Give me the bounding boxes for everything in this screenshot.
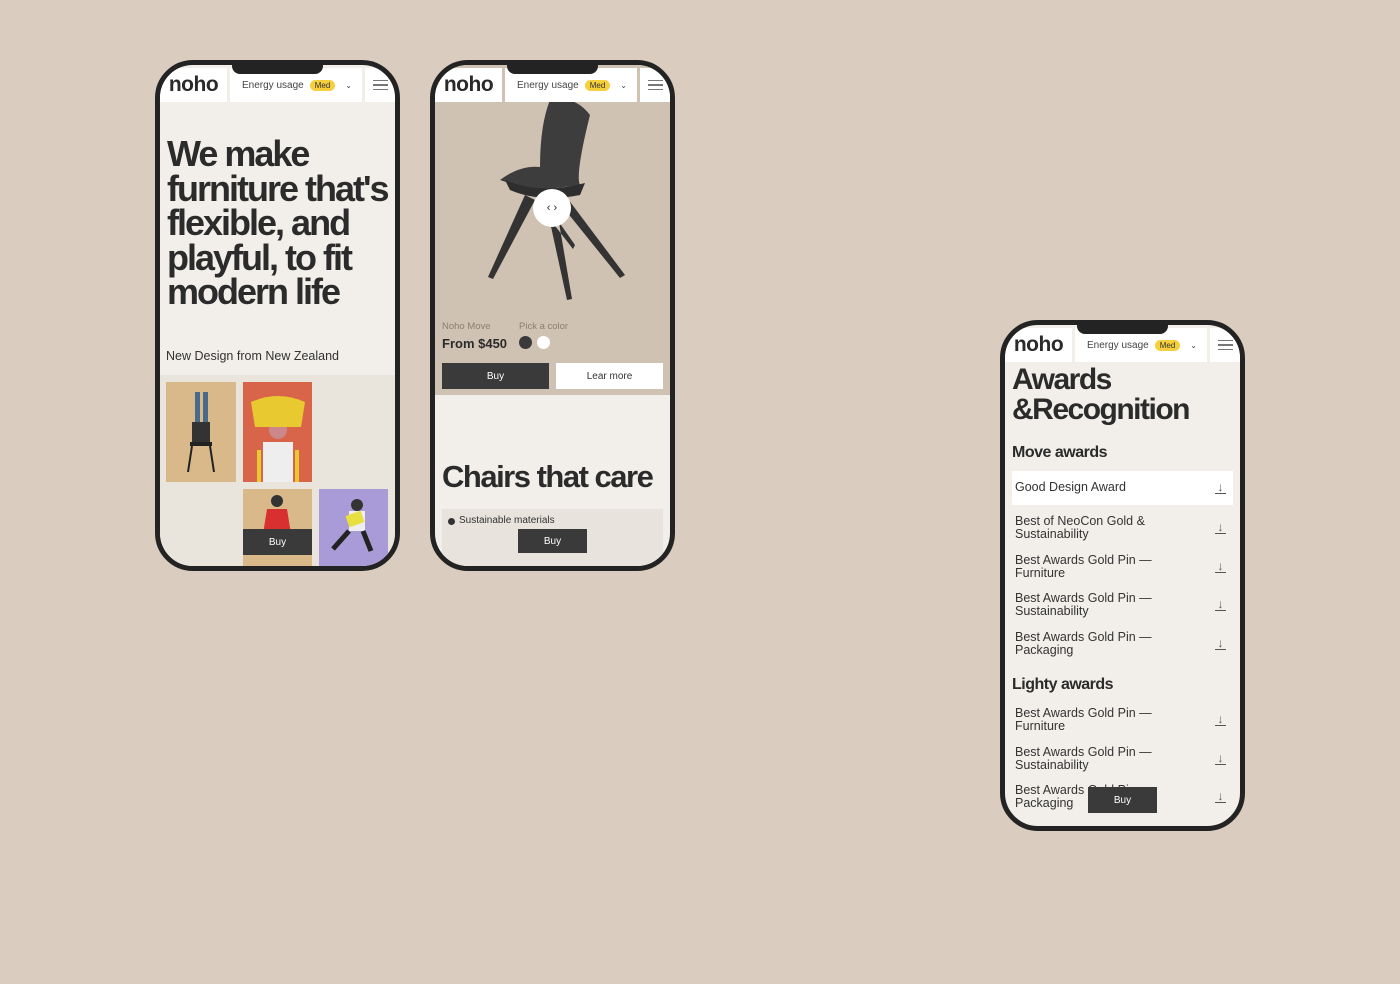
hamburger-icon bbox=[1217, 339, 1233, 342]
group-title: Lighty awards bbox=[1012, 676, 1114, 693]
notch bbox=[1077, 325, 1168, 334]
award-name: Best Awards Gold Pin — Furniture bbox=[1015, 705, 1152, 733]
product-name: Noho Move bbox=[442, 321, 491, 332]
chevron-down-icon: ⌄ bbox=[345, 80, 352, 90]
headline: We make furniture that's flexible, and p… bbox=[167, 133, 390, 312]
award-name: Best of NeoCon Gold & Sustainability bbox=[1015, 513, 1145, 541]
logo[interactable]: noho bbox=[435, 68, 502, 102]
phone-awards: noho Energy usage Med ⌄ Awards &Recognitio… bbox=[1000, 320, 1245, 831]
product-price: From $450 bbox=[442, 336, 508, 351]
buy-button-2[interactable]: Buy bbox=[518, 529, 587, 553]
award-item[interactable]: Best Awards Gold Pin — Sustainability ↓ bbox=[1012, 742, 1233, 776]
buy-button[interactable]: Buy bbox=[442, 363, 549, 389]
color-swatch-white[interactable] bbox=[537, 336, 550, 349]
tagline: New Design from New Zealand bbox=[166, 349, 339, 363]
energy-label: Energy usage bbox=[517, 79, 579, 91]
award-item[interactable]: Best of NeoCon Gold & Sustainability ↓ bbox=[1012, 511, 1233, 545]
compare-slider-handle[interactable]: ‹ › bbox=[533, 189, 571, 227]
bullet-icon bbox=[448, 518, 455, 525]
photo-person-chair bbox=[166, 382, 236, 482]
section-title: Chairs that care bbox=[442, 459, 654, 494]
download-icon: ↓ bbox=[1215, 598, 1226, 611]
download-icon: ↓ bbox=[1215, 713, 1226, 726]
award-item[interactable]: Best Awards Gold Pin — Furniture ↓ bbox=[1012, 550, 1233, 584]
award-item[interactable]: Best Awards Gold Pin — Furniture ↓ bbox=[1012, 703, 1233, 737]
chevron-down-icon: ⌄ bbox=[620, 80, 627, 90]
title-line-1: Awards bbox=[1012, 363, 1112, 396]
phone-home: noho Energy usage Med ⌄ We make furniture … bbox=[155, 60, 400, 571]
photo-yellow-chair bbox=[243, 382, 312, 482]
award-name: Best Awards Gold Pin — Sustainability bbox=[1015, 744, 1152, 772]
logo[interactable]: noho bbox=[1005, 328, 1072, 362]
feature-card: Sustainable materials Buy bbox=[442, 509, 663, 566]
download-icon: ↓ bbox=[1215, 560, 1226, 573]
download-icon: ↓ bbox=[1215, 521, 1226, 534]
award-item[interactable]: Good Design Award ↓ bbox=[1012, 471, 1233, 505]
hamburger-icon bbox=[372, 79, 388, 82]
energy-badge: Med bbox=[309, 79, 336, 91]
download-icon: ↓ bbox=[1215, 752, 1226, 765]
notch bbox=[507, 65, 598, 74]
buy-button[interactable]: Buy bbox=[243, 529, 312, 555]
group-title: Move awards bbox=[1012, 444, 1107, 461]
title-line-2: &Recognition bbox=[1012, 393, 1191, 426]
menu-button[interactable] bbox=[1210, 328, 1240, 362]
color-swatch-dark[interactable] bbox=[519, 336, 532, 349]
photo-purple-person bbox=[319, 489, 388, 566]
download-icon: ↓ bbox=[1215, 637, 1226, 650]
menu-button[interactable] bbox=[640, 68, 670, 102]
notch bbox=[232, 65, 323, 74]
energy-badge: Med bbox=[1154, 339, 1181, 351]
download-icon: ↓ bbox=[1215, 481, 1226, 494]
learn-more-button[interactable]: Lear more bbox=[556, 363, 663, 389]
award-name: Best Awards Gold Pin — Sustainability bbox=[1015, 590, 1152, 618]
buy-button[interactable]: Buy bbox=[1088, 787, 1157, 813]
arrows-left-right-icon: ‹ › bbox=[546, 202, 558, 214]
download-icon: ↓ bbox=[1215, 790, 1226, 803]
award-name: Best Awards Gold Pin — Packaging bbox=[1015, 629, 1152, 657]
award-item[interactable]: Best Awards Gold Pin — Packaging ↓ bbox=[1012, 627, 1233, 661]
hamburger-icon bbox=[647, 79, 663, 82]
page-title: Awards &Recognition bbox=[1012, 363, 1191, 426]
phone-product: ‹ › Noho Move From $450 Pick a color Buy… bbox=[430, 60, 675, 571]
gallery: Buy bbox=[160, 375, 395, 566]
product-hero: ‹ › Noho Move From $450 Pick a color Buy… bbox=[435, 65, 670, 395]
color-label: Pick a color bbox=[519, 321, 569, 332]
award-name: Good Design Award bbox=[1015, 480, 1126, 495]
menu-button[interactable] bbox=[365, 68, 395, 102]
feature-text: Sustainable materials bbox=[459, 515, 555, 526]
award-item[interactable]: Best Awards Gold Pin — Sustainability ↓ bbox=[1012, 588, 1233, 622]
award-name: Best Awards Gold Pin — Furniture bbox=[1015, 552, 1152, 580]
energy-label: Energy usage bbox=[242, 79, 304, 91]
energy-badge: Med bbox=[584, 79, 611, 91]
chevron-down-icon: ⌄ bbox=[1190, 340, 1197, 350]
logo[interactable]: noho bbox=[160, 68, 227, 102]
energy-label: Energy usage bbox=[1087, 339, 1149, 351]
